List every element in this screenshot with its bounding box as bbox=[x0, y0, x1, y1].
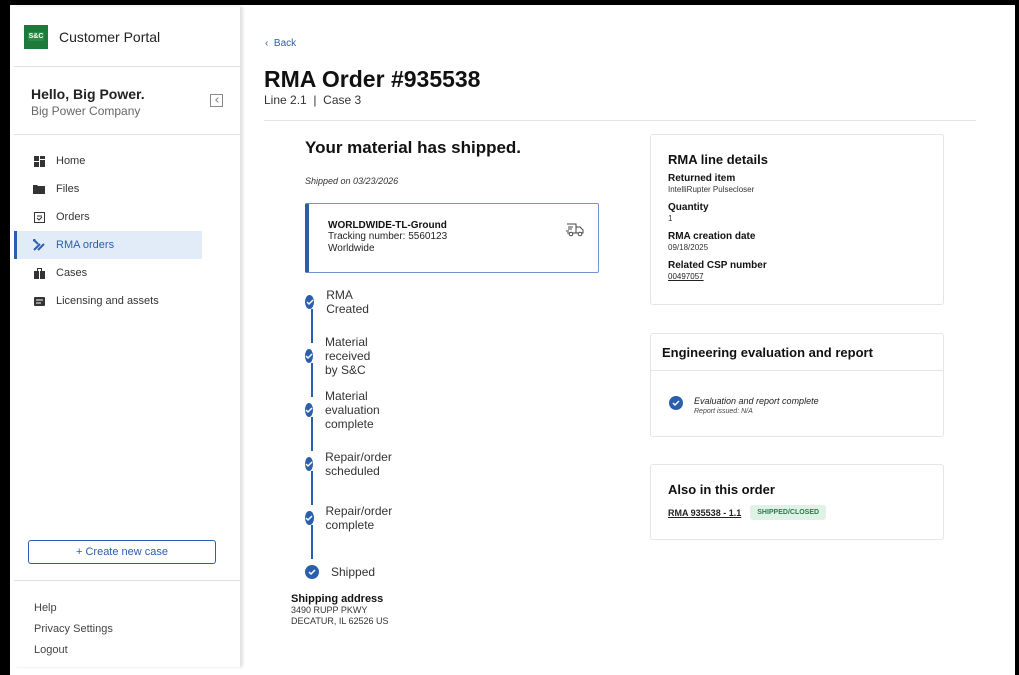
sidebar-item-label: Home bbox=[56, 155, 86, 167]
sidebar-item-label: Orders bbox=[56, 211, 90, 223]
also-in-order-card: Also in this order RMA 935538 - 1.1 SHIP… bbox=[650, 464, 944, 540]
timeline-step-label: Repair/order scheduled bbox=[325, 450, 392, 478]
user-company: Big Power Company bbox=[31, 104, 141, 118]
sidebar-item-label: RMA orders bbox=[56, 239, 115, 251]
evaluation-text: Evaluation and report complete Report is… bbox=[694, 396, 819, 415]
grid-icon bbox=[33, 155, 45, 167]
company-logo[interactable]: S&C bbox=[24, 24, 48, 49]
timeline-step-label: RMA Created bbox=[326, 288, 369, 316]
card-title: Also in this order bbox=[668, 482, 775, 497]
check-circle-icon bbox=[305, 403, 313, 417]
tracking-region: Worldwide bbox=[328, 243, 375, 254]
page-title: RMA Order #935538 bbox=[264, 66, 481, 92]
collapse-sidebar-icon[interactable] bbox=[210, 94, 223, 107]
timeline-step-label: Repair/order complete bbox=[325, 504, 393, 532]
help-link[interactable]: Help bbox=[14, 598, 240, 619]
back-link[interactable]: ‹ Back bbox=[265, 38, 296, 49]
address-line-2: DECATUR, IL 62526 US bbox=[291, 616, 389, 626]
back-label: Back bbox=[273, 38, 297, 49]
order-line-link[interactable]: RMA 935538 - 1.1 bbox=[668, 508, 741, 518]
csp-number-label: Related CSP number bbox=[668, 260, 767, 271]
engineering-evaluation-card: Engineering evaluation and report Evalua… bbox=[650, 333, 944, 437]
timeline-connector bbox=[311, 363, 313, 397]
sidebar-item-label: Licensing and assets bbox=[56, 295, 159, 307]
quantity-value: 1 bbox=[668, 214, 673, 223]
wrench-icon bbox=[33, 239, 45, 251]
divider bbox=[264, 120, 976, 121]
orders-icon bbox=[33, 211, 45, 223]
user-greeting: Hello, Big Power. bbox=[31, 86, 145, 102]
sidebar-item-licensing[interactable]: Licensing and assets bbox=[14, 287, 202, 315]
order-line-row: RMA 935538 - 1.1 SHIPPED/CLOSED bbox=[668, 505, 943, 520]
page-subtitle: Line 2.1 | Case 3 bbox=[264, 93, 362, 107]
sidebar-nav: Home Files Orders RMA orders Cases Licen… bbox=[14, 135, 240, 315]
creation-date-label: RMA creation date bbox=[668, 231, 756, 242]
evaluation-status: Evaluation and report complete Report is… bbox=[669, 396, 819, 415]
timeline-connector bbox=[311, 471, 313, 505]
create-new-case-button[interactable]: + Create new case bbox=[28, 540, 216, 564]
card-title: Engineering evaluation and report bbox=[662, 345, 873, 360]
returned-item-value: IntelliRupter Pulsecloser bbox=[668, 185, 755, 194]
carrier-name: WORLDWIDE-TL-Ground bbox=[328, 220, 447, 231]
check-circle-icon bbox=[305, 511, 314, 525]
timeline-step-label: Shipped bbox=[331, 565, 376, 579]
timeline-connector bbox=[311, 309, 313, 343]
report-issued-text: Report issued: N/A bbox=[694, 408, 753, 415]
privacy-settings-link[interactable]: Privacy Settings bbox=[14, 619, 240, 640]
shipping-address-heading: Shipping address bbox=[291, 593, 384, 605]
page: S&C Customer Portal Hello, Big Power. Bi… bbox=[10, 5, 1015, 675]
rma-line-details-card: RMA line details Returned item IntelliRu… bbox=[650, 134, 944, 305]
shipping-address: Shipping address 3490 RUPP PKWY DECATUR,… bbox=[291, 593, 389, 627]
sidebar-item-orders[interactable]: Orders bbox=[14, 203, 202, 231]
folder-icon bbox=[33, 183, 45, 195]
tracking-number: Tracking number: 5560123 bbox=[328, 231, 448, 242]
sidebar-item-cases[interactable]: Cases bbox=[14, 259, 202, 287]
main-content: ‹ Back RMA Order #935538 Line 2.1 | Case… bbox=[241, 5, 1015, 675]
check-circle-icon bbox=[669, 396, 683, 410]
timeline-step: Material received by S&C bbox=[305, 335, 376, 377]
timeline-step: Shipped bbox=[305, 562, 375, 582]
timeline-connector bbox=[311, 525, 313, 559]
window-frame: S&C Customer Portal Hello, Big Power. Bi… bbox=[0, 0, 1019, 675]
csp-number-link[interactable]: 00497057 bbox=[668, 272, 943, 281]
sidebar-footer: Help Privacy Settings Logout bbox=[14, 580, 240, 661]
sidebar: S&C Customer Portal Hello, Big Power. Bi… bbox=[14, 7, 241, 667]
evaluation-status-text: Evaluation and report complete bbox=[694, 396, 819, 406]
status-badge: SHIPPED/CLOSED bbox=[750, 505, 827, 520]
check-circle-icon bbox=[305, 349, 313, 363]
timeline-step-label: Material evaluation complete bbox=[325, 389, 380, 431]
timeline-step: Material evaluation complete bbox=[305, 389, 386, 431]
tracking-card[interactable]: WORLDWIDE-TL-Ground Tracking number: 556… bbox=[305, 203, 599, 273]
timeline-step: Repair/order scheduled bbox=[305, 450, 398, 478]
sidebar-item-home[interactable]: Home bbox=[14, 147, 202, 175]
check-circle-icon bbox=[305, 565, 319, 579]
sidebar-item-label: Cases bbox=[56, 267, 88, 279]
logout-link[interactable]: Logout bbox=[14, 640, 240, 661]
check-circle-icon bbox=[305, 457, 314, 471]
returned-item-label: Returned item bbox=[668, 173, 736, 184]
sidebar-item-rma-orders[interactable]: RMA orders bbox=[14, 231, 202, 259]
quantity-label: Quantity bbox=[668, 202, 709, 213]
status-heading: Your material has shipped. bbox=[305, 138, 522, 157]
card-title: RMA line details bbox=[668, 152, 768, 167]
logo-text: S&C bbox=[27, 32, 45, 41]
timeline-connector bbox=[311, 417, 313, 451]
shipped-date: Shipped on 03/23/2026 bbox=[305, 176, 399, 186]
chevron-left-icon: ‹ bbox=[265, 38, 269, 49]
timeline-step-label: Material received by S&C bbox=[325, 335, 371, 377]
address-line-1: 3490 RUPP PKWY bbox=[291, 605, 368, 615]
check-circle-icon bbox=[305, 295, 315, 309]
sidebar-header: S&C Customer Portal bbox=[14, 7, 240, 67]
timeline-step: Repair/order complete bbox=[305, 504, 398, 532]
creation-date-value: 09/18/2025 bbox=[668, 243, 709, 252]
license-icon bbox=[33, 295, 45, 307]
user-panel: Hello, Big Power. Big Power Company bbox=[14, 67, 240, 135]
sidebar-item-label: Files bbox=[56, 183, 80, 195]
timeline-step: RMA Created bbox=[305, 288, 374, 316]
card-header: Engineering evaluation and report bbox=[651, 334, 943, 371]
truck-icon bbox=[566, 223, 584, 237]
portal-title: Customer Portal bbox=[59, 28, 161, 45]
briefcase-icon bbox=[33, 267, 45, 279]
sidebar-item-files[interactable]: Files bbox=[14, 175, 202, 203]
